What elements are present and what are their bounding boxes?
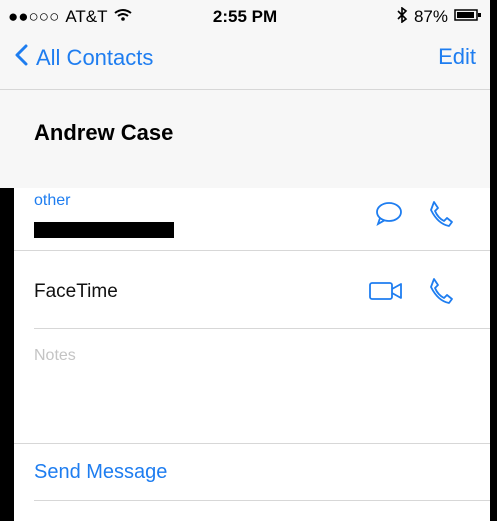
phone-icon[interactable] [428,200,454,233]
status-bar: ●●○○○ AT&T 2:55 PM 87% [0,0,490,34]
navigation-bar: All Contacts Edit [0,34,490,89]
edit-button[interactable]: Edit [438,44,476,70]
phone-icon[interactable] [428,277,454,310]
notes-field[interactable]: Notes [14,329,490,443]
facetime-actions [368,277,454,310]
phone-row[interactable]: other [14,188,490,250]
send-message-button[interactable]: Send Message [34,461,167,484]
phone-label: other [34,192,71,209]
facetime-label: FaceTime [34,281,118,302]
facetime-row[interactable]: FaceTime [14,251,490,329]
screen: ●●○○○ AT&T 2:55 PM 87% All Contacts Edit… [0,0,497,521]
video-camera-icon[interactable] [368,280,404,307]
contact-name: Andrew Case [34,120,174,145]
status-time: 2:55 PM [212,7,278,26]
phone-row-actions [374,200,454,233]
row-divider [14,443,490,444]
chevron-left-icon [14,44,28,72]
redacted-phone-number [34,222,174,238]
notes-placeholder: Notes [34,347,76,364]
message-bubble-icon[interactable] [374,201,404,232]
nav-divider [0,89,490,90]
row-divider [34,500,490,501]
back-label: All Contacts [36,45,154,70]
back-button[interactable]: All Contacts [14,44,153,72]
left-edge [0,188,14,521]
